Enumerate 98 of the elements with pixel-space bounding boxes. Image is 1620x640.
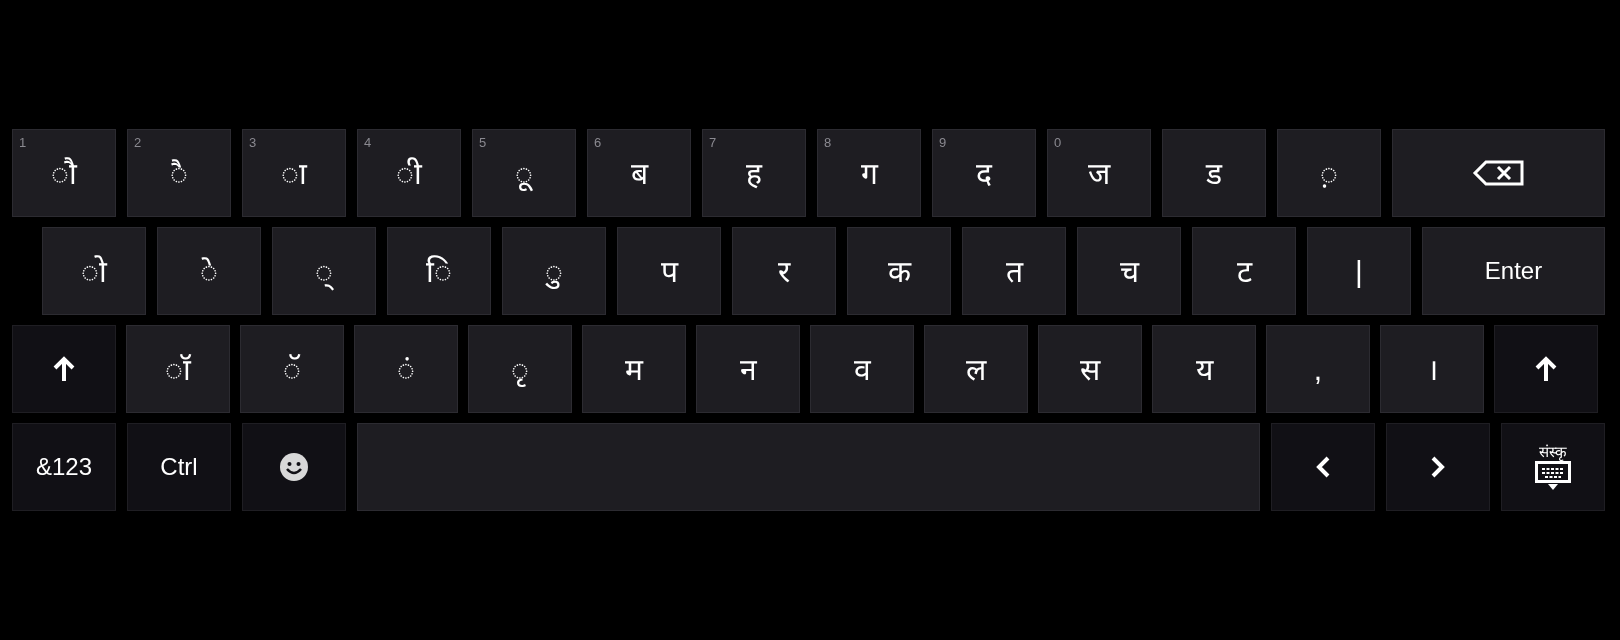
- key-hint: 3: [249, 134, 257, 152]
- chevron-right-icon: [1431, 456, 1445, 478]
- key[interactable]: य: [1152, 325, 1256, 413]
- key[interactable]: ट: [1192, 227, 1296, 315]
- key-hint: 6: [594, 134, 602, 152]
- key-label: म: [625, 351, 643, 388]
- key[interactable]: ◌ॅ: [240, 325, 344, 413]
- key[interactable]: म: [582, 325, 686, 413]
- key-label: ◌ृ: [511, 351, 529, 389]
- key-hint: 8: [824, 134, 832, 152]
- emoji-key[interactable]: [242, 423, 346, 511]
- backspace-icon: [1471, 159, 1526, 187]
- key-label: ◌ै: [170, 155, 188, 192]
- key-label: ह: [746, 155, 762, 192]
- key[interactable]: ◌ृ: [468, 325, 572, 413]
- key-label: व: [853, 351, 871, 388]
- key[interactable]: 3 ◌ा: [242, 129, 346, 217]
- enter-key[interactable]: Enter: [1422, 227, 1605, 315]
- key-hint: 0: [1054, 134, 1062, 152]
- key-label: ◌ु: [545, 253, 563, 291]
- key-hint: 9: [939, 134, 947, 152]
- key[interactable]: ◌े: [157, 227, 261, 315]
- key-label: ◌ो: [81, 253, 107, 290]
- key[interactable]: 2 ◌ै: [127, 129, 231, 217]
- key[interactable]: 0 ज: [1047, 129, 1151, 217]
- key[interactable]: त: [962, 227, 1066, 315]
- key-label: ◌ं: [397, 351, 415, 388]
- key-label: ब: [630, 155, 648, 192]
- key[interactable]: 9 द: [932, 129, 1036, 217]
- key-label: ◌़: [1320, 155, 1338, 192]
- key[interactable]: न: [696, 325, 800, 413]
- key[interactable]: Ctrl: [127, 423, 231, 511]
- key[interactable]: ◌ं: [354, 325, 458, 413]
- shift-key[interactable]: [12, 325, 116, 413]
- key[interactable]: ।: [1380, 325, 1484, 413]
- key-label: त: [1005, 253, 1023, 290]
- key-label: द: [976, 155, 992, 192]
- key-label: प: [660, 253, 678, 290]
- key-label: ◌ि: [426, 253, 452, 290]
- key[interactable]: 6 ब: [587, 129, 691, 217]
- key[interactable]: ल: [924, 325, 1028, 413]
- shift-key[interactable]: [1494, 325, 1598, 413]
- key[interactable]: ◌़: [1277, 129, 1381, 217]
- key-hint: 1: [19, 134, 27, 152]
- key-label: य: [1195, 351, 1213, 388]
- key-label: ◌ू: [515, 155, 533, 193]
- chevron-left-icon: [1316, 456, 1330, 478]
- key-label: ◌ॉ: [165, 351, 191, 388]
- smiley-icon: [279, 452, 309, 482]
- key-label: ट: [1236, 253, 1252, 290]
- key-label: ज: [1088, 155, 1110, 192]
- key[interactable]: च: [1077, 227, 1181, 315]
- key[interactable]: क: [847, 227, 951, 315]
- key-label: न: [739, 351, 757, 388]
- key[interactable]: र: [732, 227, 836, 315]
- key[interactable]: 5 ◌ू: [472, 129, 576, 217]
- up-arrow-icon: [53, 356, 75, 382]
- key[interactable]: 1 ◌ौ: [12, 129, 116, 217]
- up-arrow-icon: [1535, 356, 1557, 382]
- key[interactable]: &123: [12, 423, 116, 511]
- key[interactable]: ◌ि: [387, 227, 491, 315]
- key-label: |: [1355, 253, 1363, 290]
- key[interactable]: ड: [1162, 129, 1266, 217]
- key[interactable]: ◌ो: [42, 227, 146, 315]
- keyboard-icon: [1535, 460, 1571, 491]
- key-label: ।: [1426, 351, 1438, 388]
- key[interactable]: 4 ◌ी: [357, 129, 461, 217]
- key-label: ,: [1313, 351, 1323, 388]
- key-label: ◌ॅ: [283, 351, 301, 388]
- key-label: ◌्: [315, 248, 333, 294]
- key-hint: 7: [709, 134, 717, 152]
- key[interactable]: ◌्: [272, 227, 376, 315]
- backspace-key[interactable]: [1392, 129, 1605, 217]
- key-label: ड: [1206, 155, 1222, 192]
- key[interactable]: ,: [1266, 325, 1370, 413]
- key-hint: 4: [364, 134, 372, 152]
- key[interactable]: |: [1307, 227, 1411, 315]
- key-label: स: [1080, 351, 1100, 388]
- key-hint: 2: [134, 134, 142, 152]
- key[interactable]: 7 ह: [702, 129, 806, 217]
- key-label: ◌ौ: [51, 155, 77, 192]
- key[interactable]: प: [617, 227, 721, 315]
- key-label: ◌े: [200, 253, 218, 290]
- key[interactable]: ◌ॉ: [126, 325, 230, 413]
- key[interactable]: 8 ग: [817, 129, 921, 217]
- key-label: ग: [860, 155, 878, 192]
- key[interactable]: व: [810, 325, 914, 413]
- key-label: क: [887, 253, 911, 290]
- key-label: ल: [966, 351, 986, 388]
- language-key[interactable]: संस्कृ: [1501, 423, 1605, 511]
- language-label: संस्कृ: [1539, 443, 1567, 459]
- key-label: ◌ी: [396, 155, 422, 192]
- key-label: र: [778, 253, 790, 290]
- key-label: ◌ा: [281, 155, 307, 192]
- key[interactable]: स: [1038, 325, 1142, 413]
- key-hint: 5: [479, 134, 487, 152]
- key[interactable]: ◌ु: [502, 227, 606, 315]
- key-label: च: [1119, 253, 1139, 290]
